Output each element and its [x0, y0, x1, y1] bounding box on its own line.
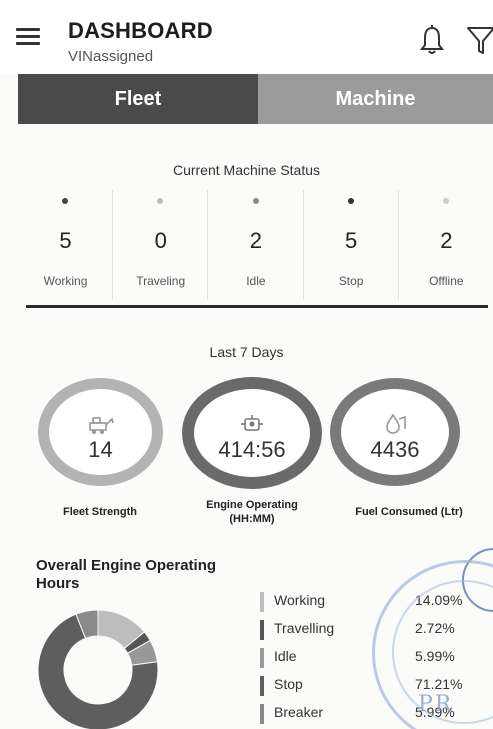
filter-icon[interactable] — [466, 24, 493, 56]
overall-hours-donut[interactable] — [28, 600, 168, 729]
fleet-strength-value: 14 — [88, 437, 113, 462]
status-stop[interactable]: 5 Stop — [304, 190, 399, 300]
status-title: Current Machine Status — [172, 162, 321, 178]
engine-operating-label: Engine Operating (HH:MM) — [206, 499, 298, 525]
status-label: Working — [43, 274, 88, 288]
legend-swatch — [260, 648, 264, 668]
engine-icon — [241, 415, 263, 431]
machine-icon — [88, 417, 114, 434]
promo-stamp-text: PR — [418, 692, 454, 717]
legend-swatch — [260, 620, 264, 640]
fleet-strength-ring[interactable]: 14 — [38, 378, 163, 486]
status-label: Idle — [246, 274, 266, 288]
status-value: 5 — [59, 228, 72, 253]
legend-swatch — [260, 704, 264, 724]
status-dot — [442, 198, 449, 204]
fuel-consumed-label: Fuel Consumed (Ltr) — [355, 506, 463, 518]
menu-icon[interactable] — [16, 28, 40, 48]
legend-name: Working — [274, 592, 326, 608]
overall-hours-title: Overall Engine Operating Hours — [36, 557, 217, 592]
status-offline[interactable]: 2 Offline — [399, 190, 493, 300]
status-value: 5 — [344, 228, 358, 253]
status-dot — [157, 198, 164, 204]
status-idle[interactable]: 2 Idle — [208, 190, 304, 300]
status-label: Traveling — [136, 274, 186, 288]
bell-icon[interactable] — [418, 24, 446, 56]
status-label: Stop — [338, 274, 364, 288]
status-working[interactable]: 5 Working — [18, 190, 114, 300]
fuel-consumed-ring[interactable]: 4436 — [330, 378, 460, 486]
fleet-strength-label: Fleet Strength — [63, 506, 137, 518]
status-label: Offline — [429, 274, 464, 288]
fuel-consumed-value: 4436 — [370, 437, 420, 462]
fuel-icon — [386, 413, 406, 434]
status-value: 0 — [154, 228, 167, 253]
app-header: DASHBOARD VINassigned — [0, 0, 493, 74]
legend-swatch — [260, 676, 264, 696]
legend-name: Breaker — [274, 704, 324, 720]
app-screen: DASHBOARD VINassigned Fleet Machine Curr… — [0, 0, 493, 729]
page-subtitle: VINassigned — [68, 48, 154, 65]
section-divider — [26, 305, 488, 308]
page-title: DASHBOARD — [68, 18, 213, 43]
legend-name: Travelling — [274, 620, 335, 636]
tab-fleet[interactable]: Fleet — [18, 74, 258, 124]
machine-status-row: 5 Working 0 Traveling 2 Idle 5 Stop 2 Of… — [18, 190, 493, 300]
legend-name: Stop — [274, 676, 303, 692]
status-dot — [62, 198, 69, 204]
status-dot — [252, 198, 259, 204]
status-value: 2 — [249, 228, 263, 253]
status-value: 2 — [440, 228, 453, 253]
summary-title: Last 7 Days — [209, 344, 284, 360]
tab-machine[interactable]: Machine — [258, 74, 493, 124]
engine-operating-value: 414:56 — [218, 437, 286, 462]
engine-operating-ring[interactable]: 414:56 — [182, 377, 322, 489]
view-tabs: Fleet Machine — [18, 74, 493, 124]
legend-name: Idle — [274, 648, 297, 664]
status-dot — [347, 198, 354, 204]
status-traveling[interactable]: 0 Traveling — [113, 190, 209, 300]
legend-swatch — [260, 592, 264, 612]
